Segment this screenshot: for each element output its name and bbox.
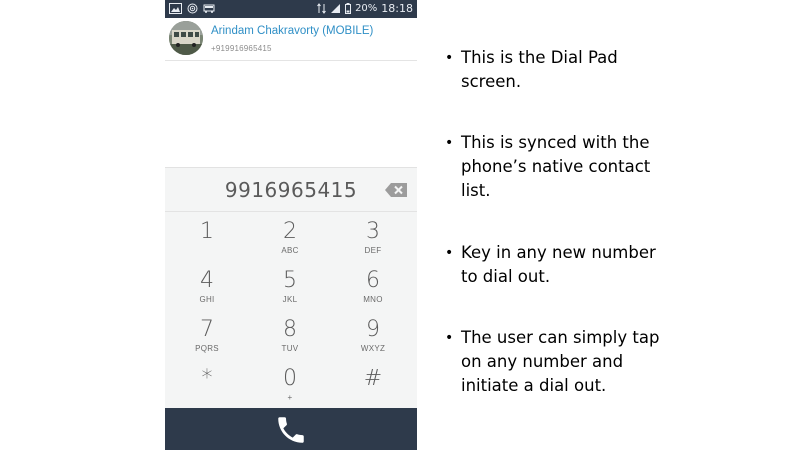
battery-icon bbox=[345, 3, 352, 14]
key-2[interactable]: 2 ABC bbox=[260, 220, 320, 266]
battery-percent: 20% bbox=[355, 3, 378, 14]
note-text: The user can simply tap on any number an… bbox=[461, 328, 660, 395]
data-icon bbox=[317, 3, 326, 14]
key-digit: * bbox=[201, 366, 213, 391]
key-letters: GHI bbox=[199, 295, 215, 304]
bullet: • bbox=[445, 330, 454, 346]
key-digit: 1 bbox=[200, 219, 214, 244]
hotspot-icon bbox=[187, 3, 198, 14]
status-bar: 20% 18:18 bbox=[165, 0, 417, 18]
key-1[interactable]: 1 bbox=[177, 220, 237, 266]
key-digit: 3 bbox=[366, 219, 380, 244]
key-star[interactable]: * bbox=[177, 367, 237, 413]
key-9[interactable]: 9 WXYZ bbox=[343, 318, 403, 364]
note-item: • This is the Dial Pad screen. bbox=[445, 46, 675, 94]
key-0[interactable]: 0 + bbox=[260, 367, 320, 413]
key-letters: ABC bbox=[281, 246, 299, 255]
call-bar bbox=[165, 408, 417, 450]
phone-screen: 20% 18:18 Arindam Chakravorty (MOBILE) +… bbox=[165, 0, 417, 450]
contact-number: +919916965415 bbox=[211, 44, 272, 53]
clock: 18:18 bbox=[381, 2, 413, 15]
avatar bbox=[169, 21, 203, 55]
key-digit: 6 bbox=[366, 268, 380, 293]
bullet: • bbox=[445, 135, 454, 151]
phone-icon[interactable] bbox=[273, 413, 309, 447]
key-digit: 2 bbox=[283, 219, 297, 244]
note-text: This is synced with the phone’s native c… bbox=[461, 133, 651, 200]
key-6[interactable]: 6 MNO bbox=[343, 269, 403, 315]
key-8[interactable]: 8 TUV bbox=[260, 318, 320, 364]
note-item: • Key in any new number to dial out. bbox=[445, 241, 675, 289]
dial-pad: 9916965415 1 2 ABC 3 DEF 4 GHI 5 JKL 6 M… bbox=[165, 167, 417, 409]
contact-suggestion[interactable]: Arindam Chakravorty (MOBILE) +9199169654… bbox=[165, 18, 417, 61]
key-letters: WXYZ bbox=[360, 344, 386, 353]
backspace-icon[interactable] bbox=[385, 183, 407, 197]
key-7[interactable]: 7 PQRS bbox=[177, 318, 237, 364]
note-item: • This is synced with the phone’s native… bbox=[445, 131, 675, 203]
key-digit: 8 bbox=[283, 317, 297, 342]
key-digit: # bbox=[363, 366, 383, 391]
key-letters: PQRS bbox=[195, 344, 219, 353]
bullet: • bbox=[445, 245, 454, 261]
key-digit: 4 bbox=[200, 268, 214, 293]
key-letters: TUV bbox=[281, 344, 299, 353]
key-hash[interactable]: # bbox=[343, 367, 403, 413]
key-4[interactable]: 4 GHI bbox=[177, 269, 237, 315]
entered-number: 9916965415 bbox=[224, 178, 358, 202]
number-display: 9916965415 bbox=[165, 168, 417, 212]
gallery-icon bbox=[169, 3, 182, 14]
key-digit: 0 bbox=[283, 366, 297, 391]
signal-icon bbox=[331, 4, 341, 13]
key-letters: MNO bbox=[363, 295, 383, 304]
key-letters: JKL bbox=[282, 295, 298, 304]
key-digit: 5 bbox=[283, 268, 297, 293]
note-item: • The user can simply tap on any number … bbox=[445, 326, 675, 398]
contact-name: Arindam Chakravorty (MOBILE) bbox=[211, 25, 374, 37]
key-letters: DEF bbox=[364, 246, 382, 255]
key-5[interactable]: 5 JKL bbox=[260, 269, 320, 315]
key-3[interactable]: 3 DEF bbox=[343, 220, 403, 266]
key-letters: + bbox=[287, 393, 293, 402]
key-digit: 7 bbox=[200, 317, 214, 342]
note-text: Key in any new number to dial out. bbox=[461, 243, 656, 286]
car-icon bbox=[203, 4, 215, 13]
key-digit: 9 bbox=[366, 317, 380, 342]
note-text: This is the Dial Pad screen. bbox=[461, 48, 618, 91]
bullet: • bbox=[445, 50, 454, 66]
